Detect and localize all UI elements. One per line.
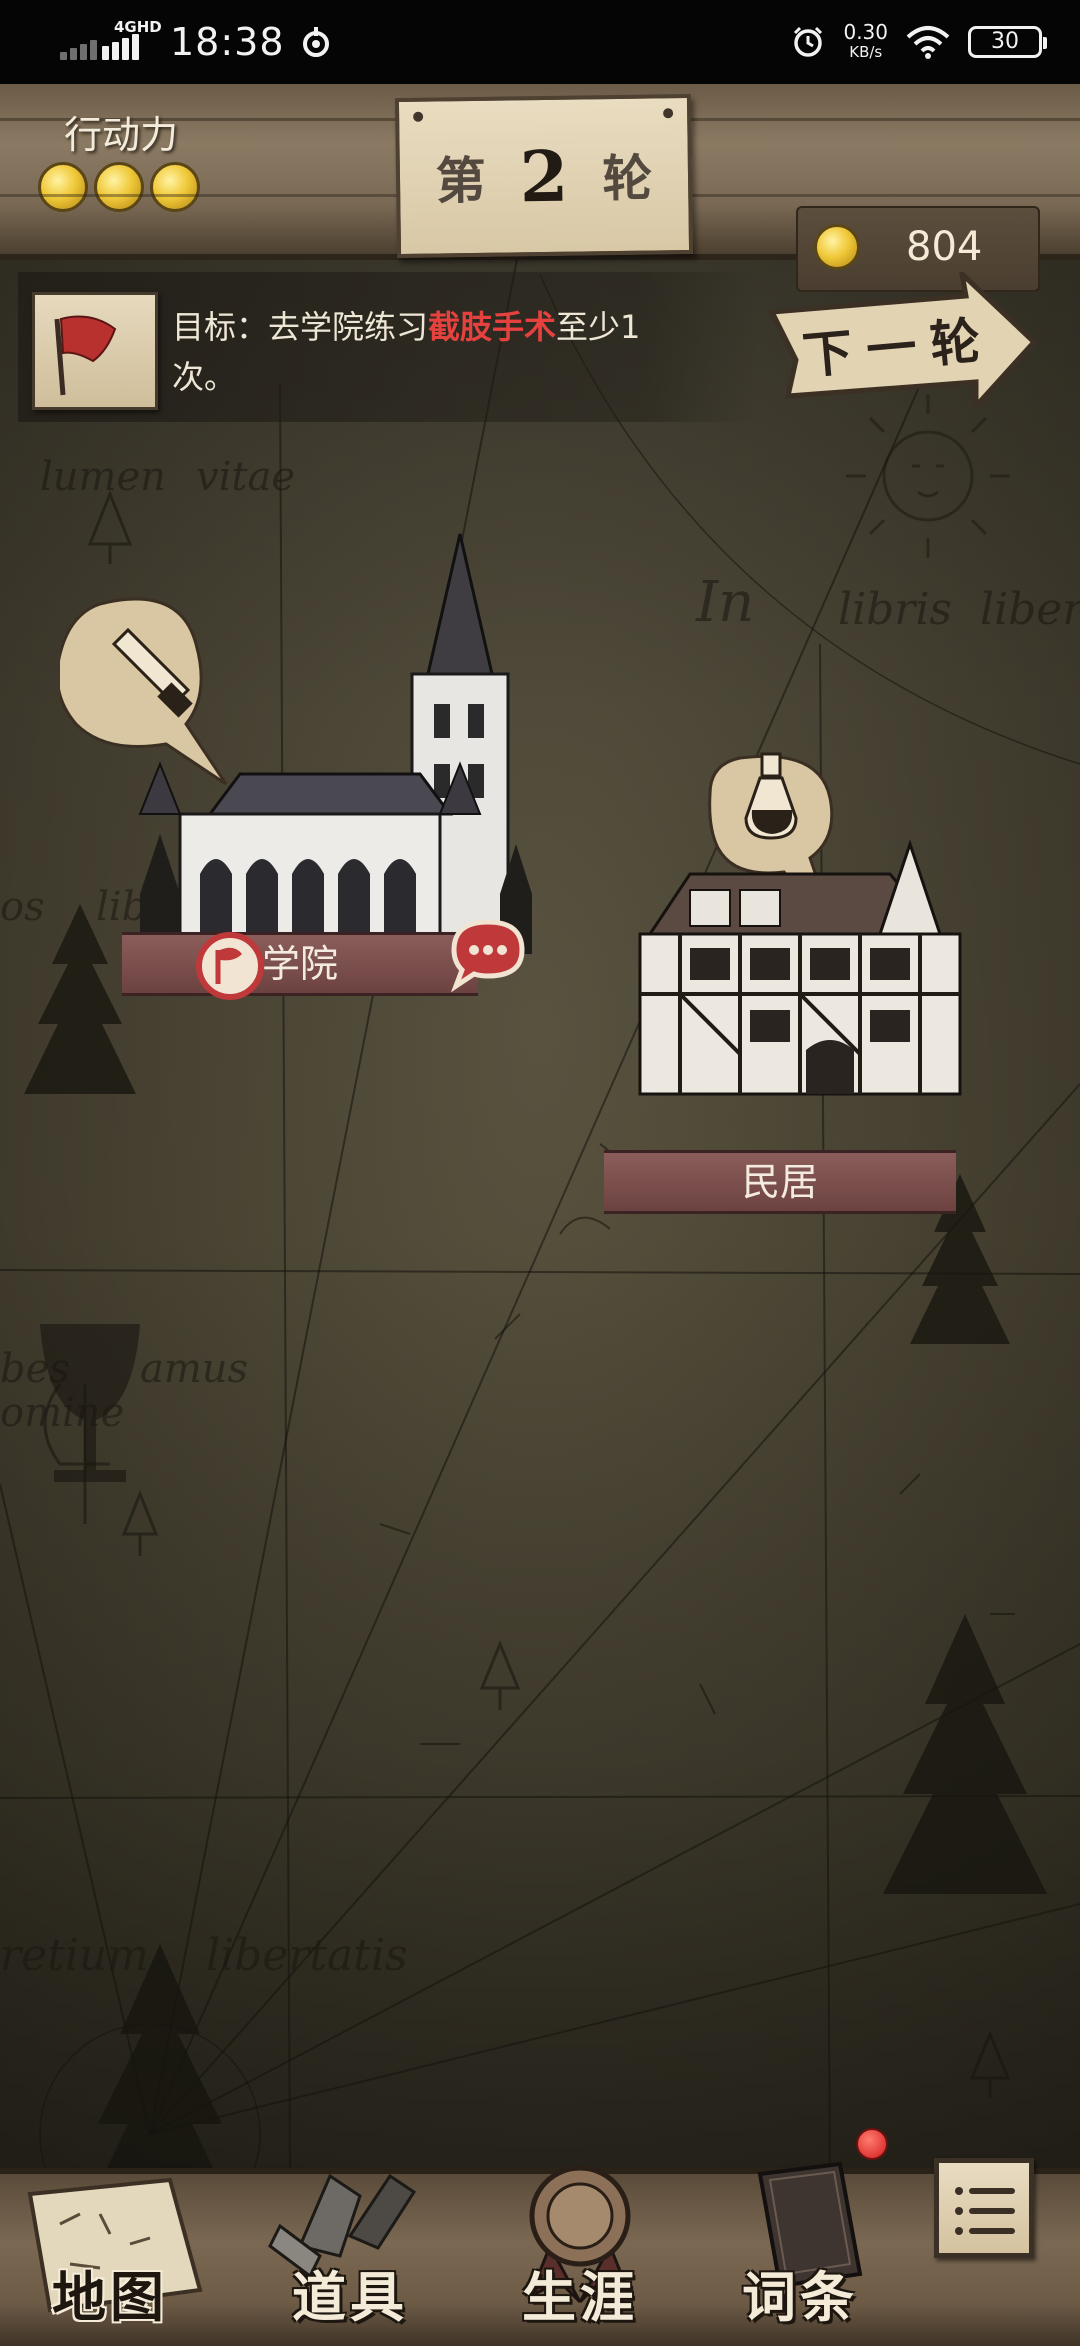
nav-tab-label: 道具: [292, 2265, 408, 2329]
nav-tab-entries[interactable]: 词条: [700, 2161, 900, 2346]
saw-icon: [60, 597, 228, 786]
round-number: 2: [519, 134, 569, 218]
notification-dot: [856, 2128, 888, 2160]
speed-unit: KB/s: [849, 43, 883, 61]
next-round-button[interactable]: 下一轮: [766, 272, 1038, 420]
location-label: 民居: [604, 1150, 956, 1214]
location-name: 民居: [741, 1160, 818, 1204]
clock: 18:38: [170, 20, 285, 64]
objective-prefix: 目标：去学院练习: [172, 308, 429, 346]
nav-tab-career[interactable]: 生涯: [480, 2165, 680, 2346]
round-prefix: 第: [435, 150, 487, 211]
chat-bubble-icon[interactable]: [446, 916, 526, 992]
map-script-text: retium: [0, 1930, 149, 1981]
bottom-nav: 地图 道具 生涯 词条: [0, 2161, 1080, 2346]
battery-level: 30: [991, 29, 1019, 54]
round-indicator: 第 2 轮: [394, 93, 694, 259]
objective-text: 目标：去学院练习截肢手术至少1次。: [172, 302, 692, 402]
list-menu-icon[interactable]: [934, 2158, 1034, 2258]
money-amount: 804: [906, 224, 983, 270]
action-points: [38, 162, 200, 212]
signal-icon: 4GHD: [60, 20, 162, 64]
map-script-text: amus: [140, 1346, 249, 1392]
map-script-text: omine: [0, 1390, 125, 1436]
nav-tab-label: 词条: [742, 2265, 858, 2329]
gold-coin-icon: [814, 224, 860, 270]
sync-icon: [302, 27, 329, 57]
location-name: 学院: [261, 942, 338, 986]
objective-flag-icon: [32, 292, 158, 410]
map-script-text: In: [696, 570, 755, 635]
action-point-coin-icon: [150, 162, 200, 212]
network-type: 4GHD: [114, 18, 162, 36]
location-academy[interactable]: 学院: [60, 454, 560, 1014]
map-script-text: libert: [980, 584, 1080, 635]
nav-tab-items[interactable]: 道具: [250, 2173, 450, 2346]
flag-badge-icon[interactable]: [196, 932, 264, 1000]
objective-highlight: 截肢手术: [428, 308, 557, 346]
nav-tab-label: 地图: [52, 2265, 168, 2329]
status-bar: 4GHD 18:38 0.30 KB/s 30: [0, 0, 1080, 84]
speed-value: 0.30: [843, 20, 888, 44]
round-suffix: 轮: [601, 148, 653, 209]
map-script-text: libertatis: [206, 1930, 408, 1981]
objective-panel[interactable]: 目标：去学院练习截肢手术至少1次。: [18, 272, 758, 422]
action-point-coin-icon: [94, 162, 144, 212]
action-point-coin-icon: [38, 162, 88, 212]
location-residence[interactable]: 民居: [580, 694, 980, 1214]
map-script-text: libris: [838, 584, 952, 635]
residence-building-icon: [638, 752, 962, 1096]
location-label: 学院: [122, 932, 478, 996]
network-speed: 0.30 KB/s: [843, 22, 888, 62]
battery-icon: 30: [968, 26, 1047, 58]
nav-tab-label: 生涯: [522, 2265, 638, 2329]
map-script-text: os: [0, 884, 45, 930]
alarm-icon: [794, 26, 823, 57]
nav-tab-map[interactable]: 地图: [10, 2174, 210, 2346]
wifi-icon: [906, 26, 950, 59]
action-points-label: 行动力: [64, 113, 179, 157]
map-script-text: bes: [0, 1346, 70, 1392]
